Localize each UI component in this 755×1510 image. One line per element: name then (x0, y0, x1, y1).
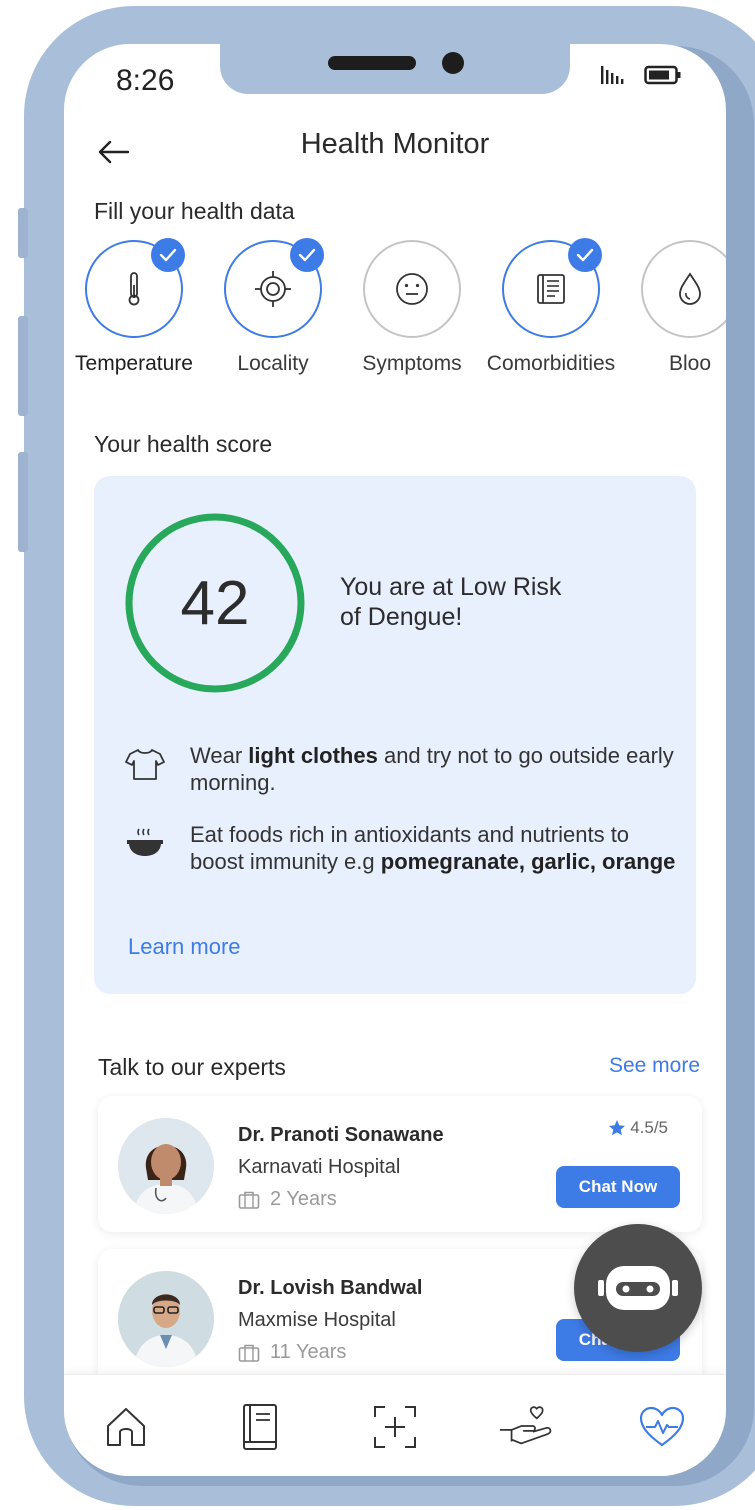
health-score-label: Your health score (94, 431, 273, 457)
avatar (118, 1118, 214, 1214)
doctor-name: Dr. Pranoti Sonawane (238, 1124, 444, 1146)
thermometer-icon (128, 272, 140, 306)
health-data-item-blood[interactable]: Bloo (620, 240, 726, 376)
tip-text: Wear light clothes and try not to go out… (190, 742, 684, 796)
doctor-experience: 11 Years (238, 1341, 346, 1364)
avatar (118, 1271, 214, 1367)
nav-home[interactable] (96, 1399, 156, 1455)
risk-line-1: You are at Low Risk (340, 573, 562, 601)
volume-up-button (18, 316, 28, 416)
mute-switch (18, 208, 28, 258)
blood-circle[interactable] (641, 240, 726, 338)
chatbot-button[interactable] (574, 1224, 702, 1352)
data-label: Bloo (668, 352, 712, 375)
scan-add-icon (374, 1406, 416, 1448)
doctor-avatar-female (118, 1118, 214, 1214)
locality-circle[interactable] (224, 238, 324, 338)
doctor-hospital: Maxmise Hospital (238, 1309, 396, 1331)
notch (220, 44, 570, 94)
robot-icon (598, 1266, 678, 1310)
data-label: Temperature (75, 352, 193, 375)
health-score-card: 42 You are at Low Risk of Dengue! Wear l… (94, 476, 696, 994)
care-hand-icon (499, 1406, 552, 1445)
tip-text: Eat foods rich in antioxidants and nutri… (190, 821, 684, 875)
doctor-rating: 4.5/5 (608, 1118, 668, 1138)
chat-now-button[interactable]: Chat Now (556, 1166, 680, 1208)
health-data-item-temperature[interactable]: Temperature (64, 238, 204, 376)
status-time: 8:26 (116, 64, 175, 97)
experience-text: 2 Years (270, 1188, 337, 1210)
briefcase-icon (238, 1344, 260, 1362)
tip-text-bold: pomegranate, garlic, orange (380, 849, 676, 874)
learn-more-link[interactable]: Learn more (128, 934, 241, 960)
expert-card[interactable]: Dr. Pranoti Sonawane Karnavati Hospital … (98, 1096, 702, 1232)
document-icon (537, 274, 565, 304)
camera (442, 52, 464, 74)
doctor-experience: 2 Years (238, 1188, 337, 1211)
nav-care[interactable] (498, 1399, 558, 1455)
nav-scan[interactable] (365, 1399, 425, 1455)
blood-drop-icon (679, 272, 701, 305)
risk-message: You are at Low Risk of Dengue! (340, 572, 640, 632)
score-value: 42 (180, 568, 250, 638)
symptoms-circle[interactable] (363, 240, 461, 338)
see-more-link[interactable]: See more (609, 1054, 700, 1078)
app-screen: 8:26 Health Monitor Fill your health dat… (64, 44, 726, 1476)
battery-icon (644, 65, 681, 85)
risk-line-2: of Dengue! (340, 603, 463, 631)
check-icon (159, 248, 177, 262)
tip-icon (124, 821, 170, 875)
health-data-item-symptoms[interactable]: Symptoms (342, 240, 482, 376)
tip-text-prefix: Wear (190, 743, 249, 768)
doctor-avatar-male (118, 1271, 214, 1367)
experience-text: 11 Years (270, 1341, 347, 1363)
doctor-name: Dr. Lovish Bandwal (238, 1277, 423, 1299)
food-bowl-icon (127, 828, 163, 856)
data-label: Comorbidities (486, 352, 616, 375)
neutral-face-icon (396, 273, 428, 305)
page-title: Health Monitor (300, 128, 490, 160)
bottom-nav (64, 1374, 726, 1476)
experts-label: Talk to our experts (98, 1054, 286, 1080)
check-badge (151, 238, 185, 272)
tip-text-bold: light clothes (248, 743, 378, 768)
check-badge (568, 238, 602, 272)
check-icon (298, 248, 316, 262)
nav-library[interactable] (230, 1399, 290, 1455)
volume-down-button (18, 452, 28, 552)
check-icon (576, 248, 594, 262)
temperature-circle[interactable] (85, 238, 185, 338)
tip-clothes: Wear light clothes and try not to go out… (124, 742, 684, 796)
data-label: Symptoms (362, 352, 462, 375)
briefcase-icon (238, 1191, 260, 1209)
health-data-item-comorbidities[interactable]: Comorbidities (481, 238, 621, 376)
heart-pulse-icon (639, 1406, 685, 1447)
signal-icon (601, 66, 624, 84)
data-label: Locality (237, 352, 309, 375)
health-data-row: Temperature Locality Symptoms Comorbidit… (75, 238, 726, 390)
tip-icon (124, 742, 170, 796)
rating-text: 4.5/5 (630, 1118, 668, 1137)
crosshair-icon (255, 271, 291, 307)
star-icon (609, 1120, 626, 1136)
header: Health Monitor (64, 124, 726, 184)
speaker (328, 56, 416, 70)
health-data-label: Fill your health data (94, 198, 295, 224)
health-data-item-locality[interactable]: Locality (203, 238, 343, 376)
doctor-hospital: Karnavati Hospital (238, 1156, 401, 1178)
status-icons (600, 64, 682, 86)
comorbidities-circle[interactable] (502, 238, 602, 338)
tshirt-icon (125, 749, 165, 780)
check-badge (290, 238, 324, 272)
nav-health-monitor[interactable] (632, 1399, 692, 1455)
tip-food: Eat foods rich in antioxidants and nutri… (124, 821, 684, 875)
book-icon (243, 1404, 277, 1450)
home-icon (107, 1408, 145, 1446)
